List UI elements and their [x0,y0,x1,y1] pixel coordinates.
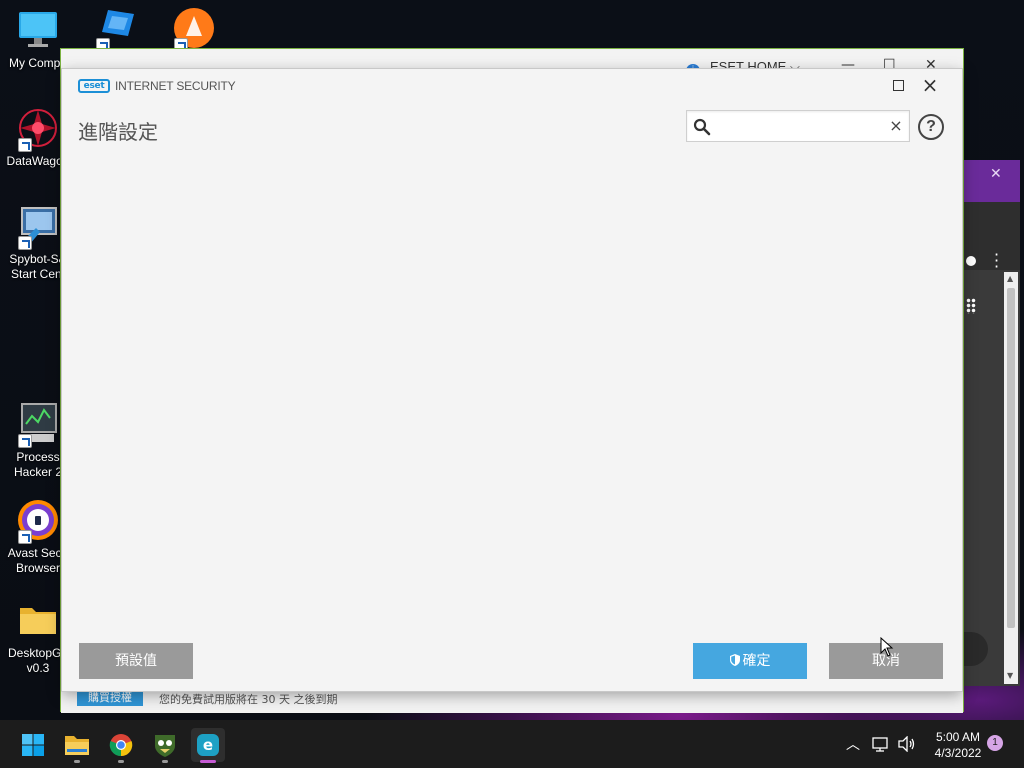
avast-icon [172,6,216,52]
search-box[interactable]: × [686,110,910,142]
folder-icon [16,598,60,642]
svg-text:e: e [203,736,213,754]
running-indicator [74,760,80,763]
buy-license-button[interactable]: 購買授權 [77,690,143,706]
product-name: INTERNET SECURITY [115,79,236,93]
volume-icon[interactable] [898,720,916,768]
spybot-icon [155,735,175,757]
app-icon [94,6,138,52]
floating-button[interactable] [964,632,988,666]
eset-main-titlebar [61,49,963,71]
help-icon[interactable]: ? [918,114,944,140]
taskbar-spybot[interactable] [148,728,182,763]
scrollbar-thumb[interactable] [1007,288,1015,628]
start-icon [22,734,44,756]
dialog-brand: eset INTERNET SECURITY [78,79,236,93]
shortcut-arrow-icon [18,434,32,448]
page-title: 進階設定 [78,120,158,144]
taskbar-file-explorer[interactable] [60,728,94,763]
search-input[interactable] [717,115,877,137]
close-button[interactable]: × [920,73,940,97]
show-hidden-icons[interactable]: ︿ [846,720,860,768]
running-indicator [118,760,124,763]
eset-icon: e [197,734,219,756]
datawagon-icon [16,106,60,152]
scroll-up-icon[interactable]: ▲ [1007,275,1013,283]
start-button[interactable] [16,728,50,762]
background-app-toolbar: · · · [964,202,1020,275]
shortcut-arrow-icon [18,236,32,250]
active-indicator [200,760,216,763]
background-app-window: ✕ · · · ▲ ▼ [964,160,1020,686]
chevron-up-icon: ︿ [846,737,860,753]
default-button[interactable]: 預設值 [79,643,193,679]
ok-button-label: 確定 [742,653,771,669]
avast-browser-icon [16,498,60,544]
close-icon[interactable]: ✕ [990,166,1002,182]
clear-search-icon[interactable]: × [887,115,905,137]
desktop-icon-avast[interactable] [156,6,232,54]
scrollbar[interactable]: ▲ ▼ [1004,272,1018,684]
computer-icon [16,8,60,52]
network-icon[interactable] [872,720,890,768]
more-menu-icon[interactable]: · · · [994,247,999,275]
taskbar: e ︿ 5:00 AM 4/3/2022 [0,720,1024,768]
spybot-icon [16,204,60,250]
shield-icon [729,644,740,666]
desktop-icon-app[interactable] [78,6,154,54]
trial-note: 您的免費試用版將在 30 天 之後到期 [159,693,338,706]
running-indicator [162,760,168,763]
search-icon [693,118,711,136]
mouse-cursor-icon [880,636,894,657]
shortcut-arrow-icon [18,530,32,544]
chrome-icon [109,734,133,757]
notification-badge[interactable]: 1 [987,735,1003,751]
maximize-icon[interactable] [893,80,904,91]
process-hacker-icon [16,402,60,448]
taskbar-eset[interactable]: e [191,728,225,763]
shortcut-arrow-icon [18,138,32,152]
clock-date: 4/3/2022 [934,746,982,760]
advanced-setup-dialog: eset INTERNET SECURITY × 進階設定 × ? 預設值 確定… [62,69,962,691]
file-explorer-icon [65,736,89,755]
eset-logo: eset [78,79,110,93]
taskbar-chrome[interactable] [104,728,138,763]
user-icon[interactable] [966,256,976,266]
apps-grid-icon[interactable] [966,298,976,314]
clock-time: 5:00 AM [935,730,981,744]
background-app-header: ✕ [964,160,1020,202]
ok-button[interactable]: 確定 [693,643,807,679]
scroll-down-icon[interactable]: ▼ [1007,672,1013,680]
clock[interactable]: 5:00 AM 4/3/2022 [928,729,988,761]
